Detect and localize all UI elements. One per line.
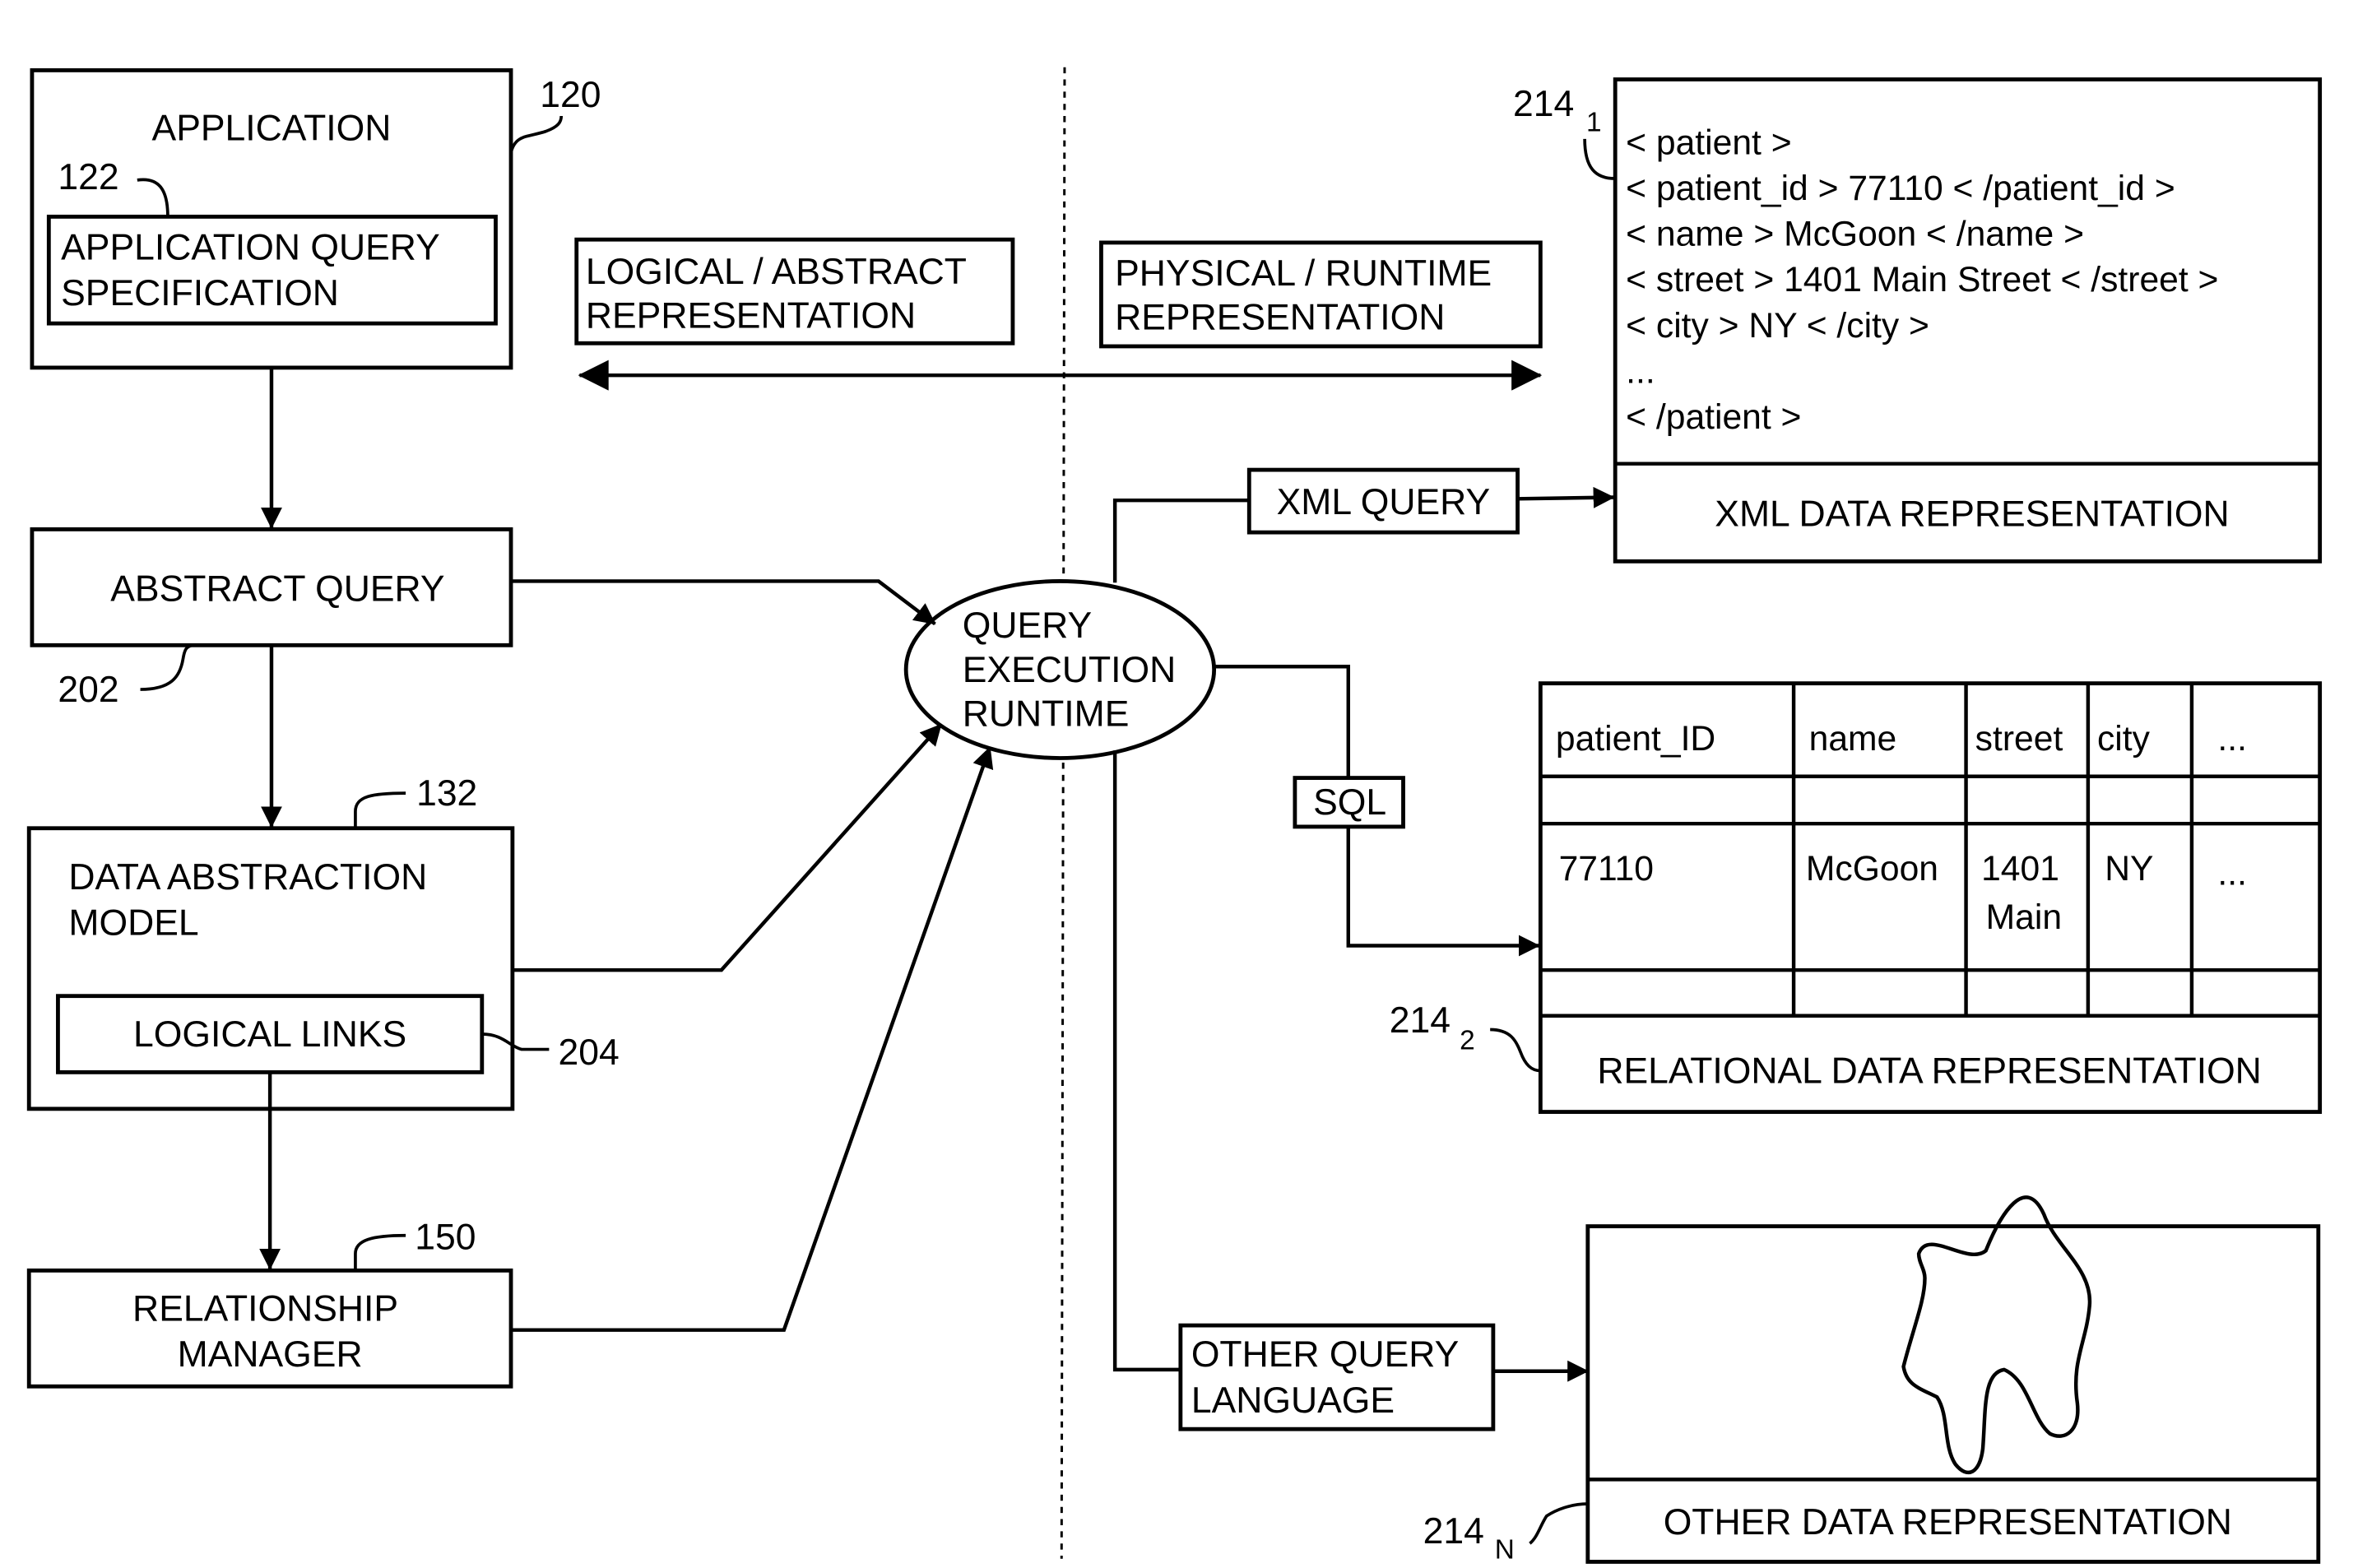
- table-cell: Main: [1986, 898, 2062, 937]
- table-cell: NY: [2105, 849, 2153, 888]
- ref-214-1: 214 1: [1513, 84, 1616, 180]
- ref-214-n-main: 214: [1423, 1511, 1484, 1552]
- table-cell: 1401: [1981, 849, 2059, 888]
- relationship-manager-box: RELATIONSHIP MANAGER: [26, 1268, 513, 1389]
- ref-150: 150: [415, 1217, 476, 1257]
- logical-label-line-1: LOGICAL / ABSTRACT: [586, 252, 967, 292]
- other-query-line: [1112, 750, 1181, 1372]
- table-header: street: [1975, 719, 2063, 758]
- relationship-manager-line-2: MANAGER: [178, 1334, 363, 1375]
- xml-line: < street > 1401 Main Street < /street >: [1626, 260, 2218, 299]
- table-header: name: [1809, 719, 1897, 758]
- sql-label: SQL: [1293, 776, 1405, 829]
- physical-label-line-2: REPRESENTATION: [1115, 298, 1445, 338]
- logical-abstract-label: LOGICAL / ABSTRACT REPRESENTATION: [574, 237, 1015, 346]
- abstract-query-box: ABSTRACT QUERY: [30, 527, 513, 647]
- ref-214-2: 214 2: [1390, 1000, 1541, 1073]
- xml-line: < patient >: [1626, 123, 1791, 162]
- runtime-line-1: QUERY: [963, 605, 1092, 646]
- application-title: APPLICATION: [152, 109, 392, 149]
- ref-202: 202: [58, 670, 118, 710]
- relational-repr-caption: RELATIONAL DATA REPRESENTATION: [1597, 1051, 2261, 1091]
- arrow-xml-query-to-xml-repr: [1517, 486, 1615, 508]
- application-box: APPLICATION APPLICATION QUERY SPECIFICAT…: [30, 68, 513, 370]
- dam-line-1: DATA ABSTRACTION: [68, 857, 427, 898]
- ref-204: 204: [558, 1032, 619, 1073]
- ref-132: 132: [416, 773, 477, 814]
- ref-214-1-sub: 1: [1586, 108, 1602, 138]
- logical-label-line-2: REPRESENTATION: [586, 296, 916, 336]
- ref-214-n: 214 N: [1423, 1502, 1588, 1566]
- arrow-sql-to-relational-repr: [1346, 826, 1540, 957]
- physical-label-line-1: PHYSICAL / RUNTIME: [1115, 253, 1492, 294]
- physical-runtime-label: PHYSICAL / RUNTIME REPRESENTATION: [1099, 240, 1543, 349]
- architecture-diagram: LOGICAL / ABSTRACT REPRESENTATION PHYSIC…: [26, 67, 2323, 1566]
- sql-line-top: [1214, 665, 1350, 778]
- table-cell: 77110: [1559, 849, 1654, 888]
- data-abstraction-model-box: DATA ABSTRACTION MODEL LOGICAL LINKS: [26, 826, 515, 1111]
- table-cell: ...: [2217, 853, 2247, 893]
- ref-214-1-main: 214: [1513, 84, 1574, 124]
- table-header: patient_ID: [1556, 719, 1715, 758]
- ref-120: 120: [540, 75, 601, 115]
- other-query-line-1: OTHER QUERY: [1191, 1334, 1459, 1375]
- ref-214-n-sub: N: [1495, 1535, 1515, 1566]
- table-header: city: [2097, 719, 2151, 758]
- xml-line: < city > NY < /city >: [1626, 306, 1929, 346]
- ref-214-2-sub: 2: [1460, 1026, 1475, 1056]
- relationship-manager-line-1: RELATIONSHIP: [132, 1289, 398, 1329]
- runtime-line-2: EXECUTION: [963, 650, 1177, 690]
- xml-line: < name > McGoon < /name >: [1626, 215, 2084, 254]
- ref-122: 122: [58, 157, 118, 197]
- relational-data-representation: patient_ID name street city ... 77110 Mc…: [1538, 681, 2323, 1114]
- xml-data-representation: < patient > < patient_id > 77110 < /pati…: [1613, 77, 2323, 564]
- ref-214-2-main: 214: [1390, 1000, 1451, 1041]
- sql-text: SQL: [1313, 782, 1386, 823]
- xml-query-label: XML QUERY: [1246, 467, 1520, 535]
- query-execution-runtime: QUERY EXECUTION RUNTIME: [903, 579, 1217, 760]
- app-spec-line-1: APPLICATION QUERY: [61, 227, 440, 267]
- xml-line: < patient_id > 77110 < /patient_id >: [1626, 169, 2175, 208]
- other-repr-caption: OTHER DATA REPRESENTATION: [1664, 1502, 2232, 1542]
- xml-repr-caption: XML DATA REPRESENTATION: [1715, 494, 2229, 535]
- other-data-representation: OTHER DATA REPRESENTATION: [1585, 1195, 2321, 1564]
- other-query-language-label: OTHER QUERY LANGUAGE: [1178, 1323, 1496, 1431]
- xml-query-text: XML QUERY: [1277, 482, 1491, 522]
- dam-line-2: MODEL: [68, 903, 198, 944]
- xml-line: < /patient >: [1626, 397, 1801, 437]
- table-header: ...: [2217, 719, 2247, 758]
- other-query-line-2: LANGUAGE: [1191, 1380, 1395, 1421]
- app-spec-line-2: SPECIFICATION: [61, 273, 339, 313]
- arrow-dam-to-runtime: [512, 723, 943, 972]
- arrow-abstract-query-to-runtime: [511, 579, 936, 626]
- logical-links-label: LOGICAL LINKS: [133, 1014, 406, 1055]
- logical-physical-divider: [1060, 67, 1066, 1559]
- abstract-query-label: ABSTRACT QUERY: [110, 569, 444, 610]
- xml-line: ...: [1626, 351, 1655, 391]
- runtime-line-3: RUNTIME: [963, 694, 1130, 735]
- xml-query-line: [1112, 498, 1250, 583]
- table-cell: McGoon: [1806, 849, 1938, 888]
